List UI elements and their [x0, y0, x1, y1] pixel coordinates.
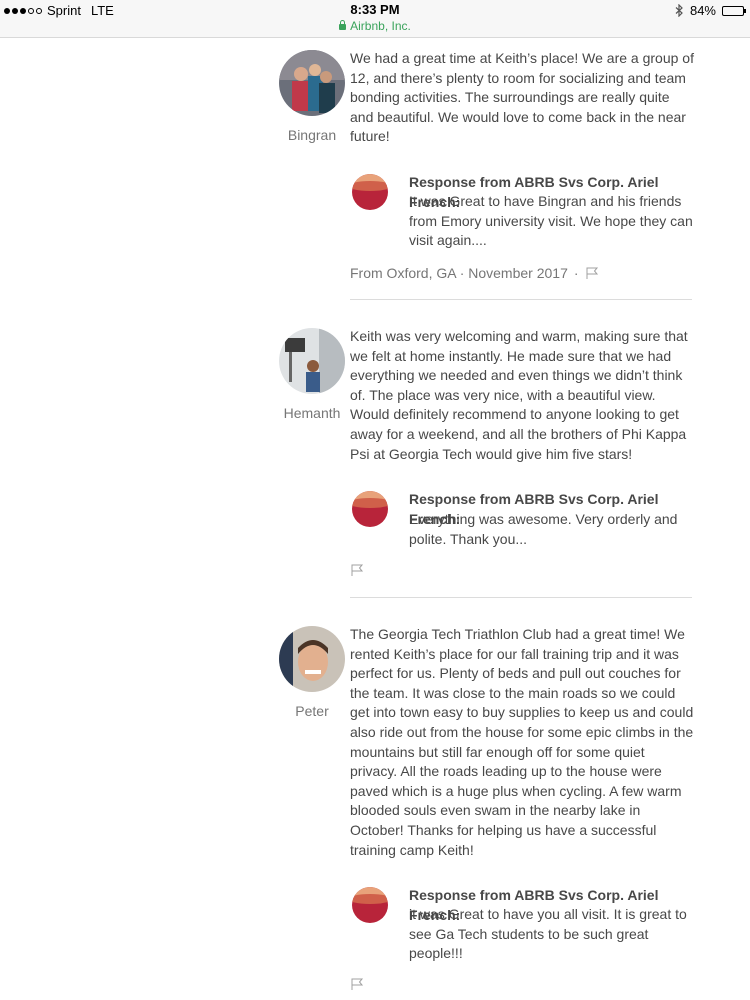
status-right: 84% [675, 3, 746, 18]
flag-icon[interactable] [585, 266, 599, 280]
reviewer-name[interactable]: Bingran [272, 127, 352, 143]
divider [350, 299, 692, 300]
review-text: The Georgia Tech Triathlon Club had a gr… [350, 626, 694, 858]
reviewer-name[interactable]: Peter [272, 703, 352, 719]
review-location-date: From Oxford, GA · November 2017 [350, 265, 568, 281]
site-identity[interactable]: Airbnb, Inc. [0, 19, 750, 33]
lock-icon [339, 20, 347, 30]
battery-icon [722, 5, 746, 16]
flag-icon[interactable] [350, 563, 364, 577]
status-bar: Sprint LTE 8:33 PM Airbnb, Inc. 84% [0, 0, 750, 38]
response-text: It was Great to have Bingran and his fri… [409, 193, 693, 249]
meta-separator: · [573, 265, 579, 281]
review-text: Keith was very welcoming and warm, makin… [350, 328, 688, 462]
review-text: We had a great time at Keith’s place! We… [350, 50, 694, 145]
reviewer-name[interactable]: Hemanth [272, 405, 352, 421]
review-meta [350, 977, 364, 991]
site-name: Airbnb, Inc. [350, 19, 411, 33]
review-meta: From Oxford, GA · November 2017 · [350, 265, 599, 281]
flag-icon[interactable] [350, 977, 364, 991]
reviewer-avatar[interactable] [279, 626, 345, 692]
divider [350, 597, 692, 598]
response-text: Everything was awesome. Very orderly and… [409, 511, 678, 547]
host-avatar [352, 887, 388, 923]
bluetooth-icon [675, 4, 683, 17]
response-text: it was Great to have you all visit. It i… [409, 906, 687, 962]
battery-percent: 84% [689, 3, 716, 18]
clock: 8:33 PM [350, 2, 400, 17]
review-meta [350, 563, 364, 577]
host-avatar [352, 174, 388, 210]
reviewer-avatar[interactable] [279, 50, 345, 116]
reviewer-avatar[interactable] [279, 328, 345, 394]
host-avatar [352, 491, 388, 527]
